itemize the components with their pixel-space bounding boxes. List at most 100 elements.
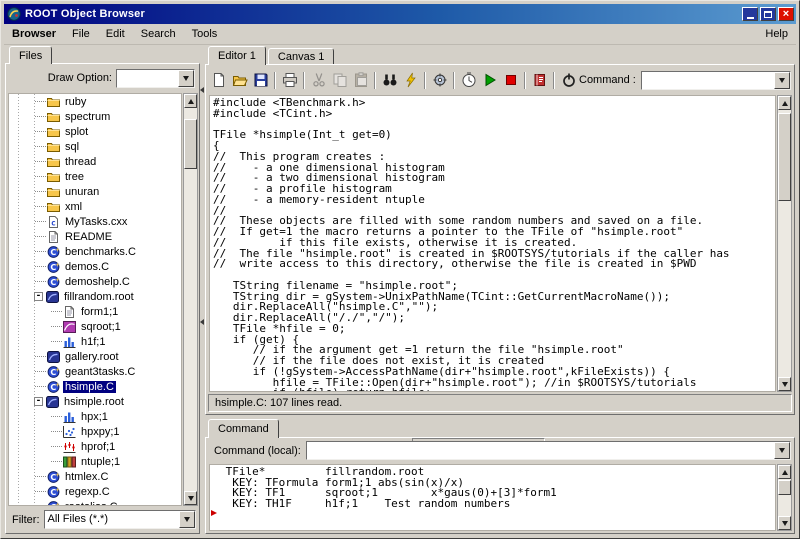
tree-item-tree[interactable]: tree — [9, 169, 181, 184]
scroll-thumb[interactable] — [184, 119, 197, 170]
status-file-info: hsimple.C: 107 lines read. — [208, 394, 792, 412]
code-editor[interactable]: #include <TBenchmark.h> #include <TCint.… — [209, 95, 776, 392]
filter-combo[interactable]: All Files (*.*) — [43, 510, 196, 529]
tree-item-gallery-root[interactable]: gallery.root — [9, 349, 181, 364]
menu-help[interactable]: Help — [757, 24, 796, 44]
command-local-dropdown-button[interactable] — [774, 442, 790, 459]
scroll-track[interactable] — [778, 479, 791, 516]
command-combo[interactable] — [640, 70, 791, 90]
menu-search[interactable]: Search — [133, 24, 184, 44]
scroll-up-button[interactable] — [184, 94, 197, 108]
goto-line-button[interactable] — [400, 70, 421, 91]
tab-command[interactable]: Command — [208, 419, 279, 438]
tree-item-hprof-1[interactable]: hprof;1 — [9, 439, 181, 454]
scroll-down-button[interactable] — [184, 491, 197, 505]
menu-browser[interactable]: Browser — [4, 24, 64, 44]
open-file-button[interactable] — [229, 70, 250, 91]
tree-item-form1-1[interactable]: form1;1 — [9, 304, 181, 319]
interrupt-timer-button[interactable] — [458, 70, 479, 91]
save-file-button[interactable] — [250, 70, 271, 91]
macro-icon: C+ — [47, 380, 60, 393]
menu-file[interactable]: File — [64, 24, 98, 44]
scroll-down-button[interactable] — [778, 516, 791, 530]
tab-canvas-1[interactable]: Canvas 1 — [267, 48, 335, 64]
svg-text:+: + — [55, 367, 60, 373]
close-button[interactable]: × — [778, 7, 794, 21]
tree-item-readme[interactable]: README — [9, 229, 181, 244]
execute-macro-button[interactable] — [479, 70, 500, 91]
new-file-icon — [211, 72, 227, 88]
tree-item-hpx-1[interactable]: hpx;1 — [9, 409, 181, 424]
tree-item-demos-c[interactable]: C + demos.C — [9, 259, 181, 274]
maximize-button[interactable] — [760, 7, 776, 21]
macro-icon: C+ — [47, 260, 60, 273]
filter-dropdown-button[interactable] — [179, 511, 195, 528]
chevron-down-icon — [779, 77, 785, 83]
scroll-up-button[interactable] — [778, 465, 791, 479]
command-value[interactable] — [642, 72, 774, 89]
tree-item-ntuple-1[interactable]: ntuple;1 — [9, 454, 181, 469]
stop-execution-button[interactable] — [500, 70, 521, 91]
command-local-value[interactable] — [307, 442, 774, 459]
arrow-down-icon — [187, 495, 194, 501]
help-contents-button[interactable] — [529, 70, 550, 91]
scroll-track[interactable] — [778, 110, 791, 377]
filter-value[interactable]: All Files (*.*) — [45, 511, 180, 528]
collapse-icon[interactable]: - — [34, 397, 43, 406]
tree-item-demoshelp-c[interactable]: C + demoshelp.C — [9, 274, 181, 289]
tree-item-xml[interactable]: xml — [9, 199, 181, 214]
tree-item-rootalias-c[interactable]: C+rootalias.C — [9, 499, 181, 505]
scroll-thumb[interactable] — [778, 112, 791, 201]
scroll-track[interactable] — [184, 108, 197, 491]
tab-editor-1[interactable]: Editor 1 — [208, 46, 266, 65]
paste-button[interactable] — [350, 70, 371, 91]
tree-item-sql[interactable]: sql — [9, 139, 181, 154]
tree-item-spectrum[interactable]: spectrum — [9, 109, 181, 124]
cursor-marker-icon — [211, 510, 217, 516]
minimize-button[interactable] — [742, 7, 758, 21]
new-file-button[interactable] — [208, 70, 229, 91]
interrupt-timer-icon — [461, 72, 477, 88]
code-content[interactable]: #include <TBenchmark.h> #include <TCint.… — [210, 96, 775, 391]
tree-item-fillrandom-root[interactable]: - fillrandom.root — [9, 289, 181, 304]
tree-item-geant3tasks-c[interactable]: C + geant3tasks.C — [9, 364, 181, 379]
tree-item-ruby[interactable]: ruby — [9, 94, 181, 109]
tree-item-hsimple-root[interactable]: - hsimple.root — [9, 394, 181, 409]
draw-option-value[interactable] — [117, 70, 178, 87]
copy-button[interactable] — [329, 70, 350, 91]
tree-item-mytasks-cxx[interactable]: c MyTasks.cxx — [9, 214, 181, 229]
tab-files[interactable]: Files — [9, 46, 53, 64]
scroll-up-button[interactable] — [778, 96, 791, 110]
tree-item-benchmarks-c[interactable]: C + benchmarks.C — [9, 244, 181, 259]
tree-item-h1f-1[interactable]: h1f;1 — [9, 334, 181, 349]
menu-edit[interactable]: Edit — [98, 24, 133, 44]
tree-item-htmlex-c[interactable]: C + htmlex.C — [9, 469, 181, 484]
tree-scrollbar[interactable] — [183, 93, 198, 506]
print-button[interactable] — [279, 70, 300, 91]
command-dropdown-button[interactable] — [774, 71, 790, 89]
editor-scrollbar[interactable] — [777, 95, 792, 392]
tree-item-hpxpy-1[interactable]: hpxpy;1 — [9, 424, 181, 439]
tree-item-thread[interactable]: thread — [9, 154, 181, 169]
cut-button[interactable] — [308, 70, 329, 91]
collapse-icon[interactable]: - — [34, 292, 43, 301]
scroll-thumb[interactable] — [778, 479, 791, 496]
tree-item-label: demos.C — [65, 260, 110, 273]
tree-item-hsimple-c[interactable]: C + hsimple.C — [9, 379, 181, 394]
draw-option-dropdown-button[interactable] — [178, 69, 194, 87]
menu-tools[interactable]: Tools — [184, 24, 226, 44]
title-bar[interactable]: ROOT Object Browser × — [4, 4, 796, 24]
svg-text:+: + — [55, 247, 60, 253]
command-output[interactable]: TFile* fillrandom.root KEY: TFormula for… — [209, 464, 776, 531]
tree-item-splot[interactable]: splot — [9, 124, 181, 139]
command-local-combo[interactable] — [305, 441, 791, 460]
compile-macro-button[interactable] — [429, 70, 450, 91]
tree-item-regexp-c[interactable]: C + regexp.C — [9, 484, 181, 499]
output-scrollbar[interactable] — [777, 464, 792, 531]
draw-option-combo[interactable] — [116, 68, 195, 88]
tree-item-unuran[interactable]: unuran — [9, 184, 181, 199]
quit-editor-button[interactable] — [558, 70, 579, 91]
tree-item-sqroot-1[interactable]: sqroot;1 — [9, 319, 181, 334]
find-button[interactable] — [379, 70, 400, 91]
scroll-down-button[interactable] — [778, 377, 791, 391]
